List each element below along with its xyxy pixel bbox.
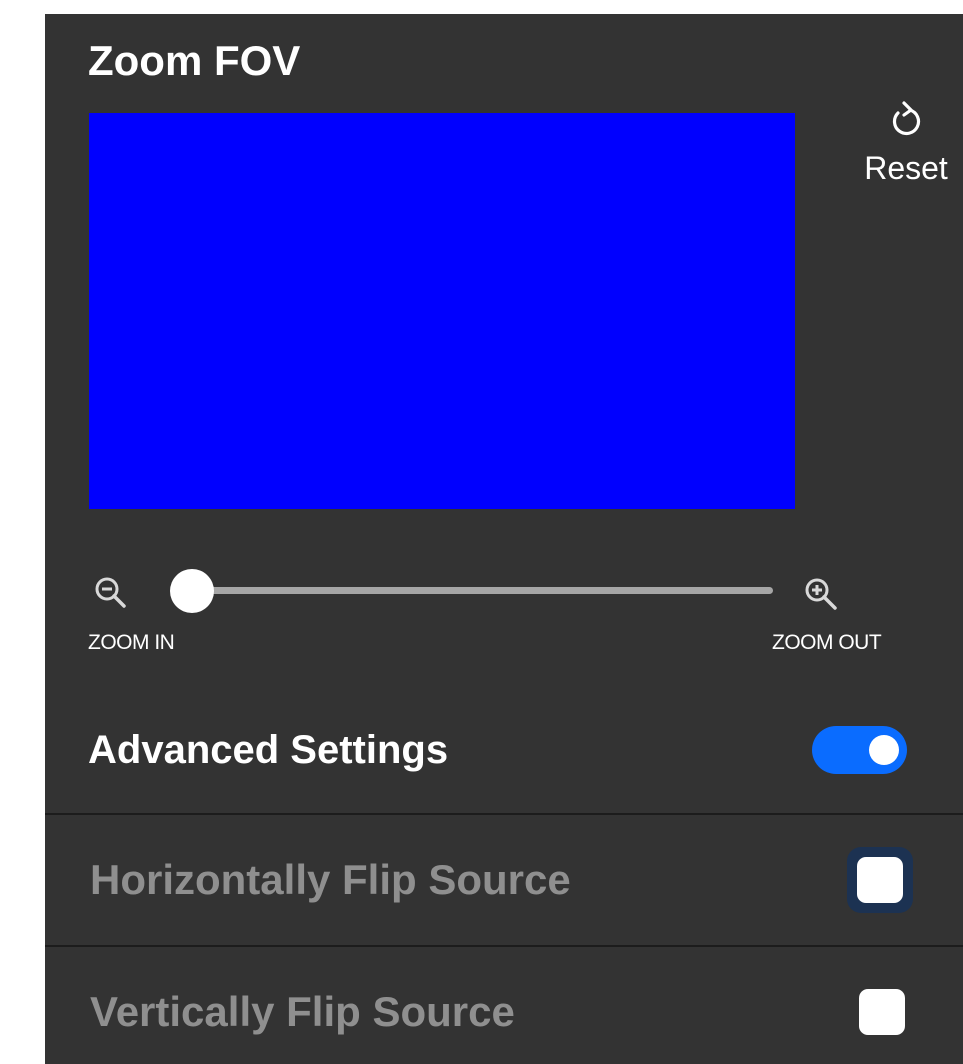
fov-preview[interactable] [89, 113, 795, 509]
zoom-slider-thumb[interactable] [170, 569, 214, 613]
zoom-in-label: ZOOM IN [88, 631, 175, 654]
reset-label: Reset [864, 150, 948, 186]
zoom-in-icon[interactable] [93, 575, 129, 611]
reset-button[interactable]: Reset [851, 100, 961, 184]
zoom-slider-track[interactable] [191, 587, 773, 594]
zoom-fov-panel: Zoom FOV Reset ZOOM IN ZOOM OUT Advanced… [45, 14, 963, 1064]
divider [45, 813, 963, 815]
checkbox-box [857, 857, 903, 903]
horizontal-flip-checkbox[interactable] [847, 847, 913, 913]
checkbox-box [859, 989, 905, 1035]
divider [45, 945, 963, 947]
advanced-settings-label: Advanced Settings [88, 728, 449, 772]
reset-icon [851, 100, 961, 142]
toggle-knob [869, 735, 899, 765]
zoom-out-label: ZOOM OUT [772, 631, 882, 654]
panel-title: Zoom FOV [88, 37, 301, 84]
vertical-flip-label: Vertically Flip Source [90, 988, 515, 1035]
zoom-out-icon[interactable] [802, 575, 842, 615]
advanced-settings-toggle[interactable] [812, 726, 907, 774]
vertical-flip-checkbox[interactable] [849, 979, 915, 1045]
horizontal-flip-label: Horizontally Flip Source [90, 856, 571, 903]
